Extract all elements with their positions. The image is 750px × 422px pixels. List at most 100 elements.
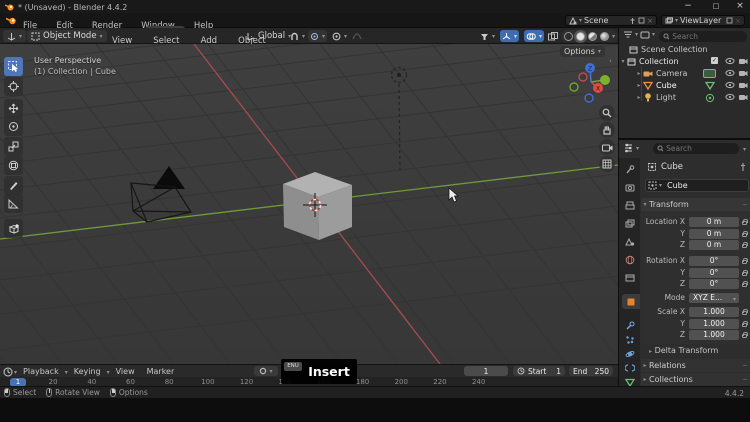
- close-button[interactable]: ×: [730, 0, 750, 13]
- collapse-icon[interactable]: ▾: [619, 58, 627, 65]
- rotation-mode-dropdown[interactable]: XYZ E...▾: [689, 293, 739, 303]
- location-z-field[interactable]: 0 m: [689, 240, 739, 250]
- new-layer-icon[interactable]: [726, 17, 733, 24]
- chevron-down-icon[interactable]: ▾: [652, 31, 655, 38]
- properties-search[interactable]: [653, 143, 739, 154]
- tool-rotate[interactable]: [4, 117, 23, 136]
- rotation-y-field[interactable]: 0°: [689, 268, 739, 278]
- transform-panel-header[interactable]: ▾Transform····: [641, 198, 750, 211]
- xray-toggle-icon[interactable]: [548, 32, 558, 41]
- auto-key-button[interactable]: ▾: [254, 366, 278, 376]
- overlays-toggle[interactable]: ▾: [524, 30, 544, 42]
- orthographic-toggle-button[interactable]: [599, 156, 615, 172]
- pin-icon[interactable]: [629, 17, 636, 25]
- hide-eye-icon[interactable]: [725, 81, 735, 89]
- collection-row[interactable]: ▾ Collection ✓: [619, 55, 750, 67]
- material-shading-icon[interactable]: [588, 32, 597, 41]
- tool-select-box[interactable]: [4, 57, 23, 76]
- lock-icon[interactable]: [742, 323, 747, 327]
- navigation-gizmo[interactable]: Z X: [566, 54, 618, 108]
- tab-constraints[interactable]: [622, 360, 638, 375]
- scene-selector[interactable]: ▾ Scene ×: [565, 15, 657, 26]
- properties-search-input[interactable]: [666, 144, 735, 153]
- breadcrumb-object[interactable]: Cube: [661, 162, 683, 172]
- tool-annotate[interactable]: [4, 176, 23, 195]
- pan-button[interactable]: [599, 122, 615, 138]
- gizmos-toggle[interactable]: ▾: [500, 30, 519, 42]
- end-frame-field[interactable]: End250: [569, 366, 613, 376]
- timeline-editor-icon[interactable]: [3, 367, 14, 377]
- tab-view-layer[interactable]: [622, 216, 638, 231]
- pin-icon[interactable]: [739, 162, 747, 172]
- tab-physics[interactable]: [622, 346, 638, 361]
- zoom-button[interactable]: [599, 105, 615, 121]
- chevron-down-icon[interactable]: ▾: [743, 146, 746, 153]
- delta-transform-section[interactable]: ▸ Delta Transform: [649, 346, 718, 355]
- rendered-shading-icon[interactable]: [600, 32, 609, 41]
- current-frame-field[interactable]: 1: [464, 366, 508, 376]
- disable-render-icon[interactable]: [738, 69, 748, 77]
- scale-y-field[interactable]: 1.000: [689, 319, 739, 329]
- start-frame-field[interactable]: Start1: [513, 366, 565, 376]
- camera-object-row[interactable]: ▸ Camera: [619, 67, 750, 79]
- tool-move[interactable]: [4, 99, 23, 118]
- lock-icon[interactable]: [742, 221, 747, 225]
- chevron-down-icon[interactable]: ▾: [636, 145, 639, 152]
- object-name-value[interactable]: Cube: [667, 181, 688, 190]
- expand-icon[interactable]: ▸: [635, 94, 643, 101]
- hide-eye-icon[interactable]: [725, 93, 735, 101]
- lock-icon[interactable]: [742, 260, 747, 264]
- tool-cursor[interactable]: [4, 77, 23, 96]
- snap-target-button[interactable]: ▾: [308, 30, 327, 42]
- hide-eye-icon[interactable]: [725, 57, 735, 65]
- tab-modifiers[interactable]: [622, 318, 638, 333]
- camera-view-button[interactable]: [599, 139, 615, 155]
- drag-dots-icon[interactable]: ····: [742, 201, 747, 209]
- tool-measure[interactable]: [4, 194, 23, 213]
- lock-icon[interactable]: [742, 244, 747, 248]
- lock-icon[interactable]: [742, 283, 747, 287]
- chevron-down-icon[interactable]: ▾: [612, 33, 615, 40]
- tab-object[interactable]: [622, 294, 640, 309]
- tab-tool[interactable]: [622, 162, 638, 177]
- light-object[interactable]: [392, 68, 407, 171]
- outliner-search[interactable]: [659, 31, 747, 42]
- scale-z-field[interactable]: 1.000: [689, 330, 739, 340]
- object-name-field[interactable]: ▾ Cube: [645, 179, 749, 192]
- hide-eye-icon[interactable]: [725, 69, 735, 77]
- tab-particles[interactable]: [622, 332, 638, 347]
- lock-icon[interactable]: [742, 311, 747, 315]
- location-y-field[interactable]: 0 m: [689, 229, 739, 239]
- collections-section[interactable]: ▸Collections····: [641, 373, 750, 386]
- chevron-down-icon[interactable]: ▾: [659, 182, 662, 189]
- snap-toggle[interactable]: ▾: [288, 30, 307, 42]
- drag-dots-icon[interactable]: ····: [742, 376, 747, 384]
- collection-checkbox[interactable]: ✓: [711, 57, 718, 64]
- light-object-row[interactable]: ▸ Light: [619, 91, 750, 103]
- rotation-x-field[interactable]: 0°: [689, 256, 739, 266]
- disable-render-icon[interactable]: [738, 93, 748, 101]
- light-data-icon[interactable]: [705, 93, 715, 103]
- location-x-field[interactable]: 0 m: [689, 217, 739, 227]
- wireframe-shading-icon[interactable]: [564, 32, 573, 41]
- tab-output[interactable]: [622, 198, 638, 213]
- solid-shading-icon[interactable]: [576, 32, 585, 41]
- mode-selector[interactable]: Object Mode▾: [27, 30, 107, 42]
- unlink-scene-icon[interactable]: ×: [647, 17, 653, 25]
- outliner-filter-icon[interactable]: [623, 30, 633, 39]
- mesh-data-icon[interactable]: [705, 81, 715, 90]
- expand-icon[interactable]: ▸: [635, 82, 643, 89]
- editor-type-button[interactable]: ▾: [3, 30, 26, 42]
- camera-data-icon[interactable]: [703, 69, 716, 78]
- tool-add-cube[interactable]: [4, 219, 23, 238]
- tab-collection[interactable]: [622, 270, 638, 285]
- minimize-button[interactable]: −: [678, 0, 698, 13]
- maximize-button[interactable]: □: [706, 0, 726, 13]
- cube-object[interactable]: [283, 172, 352, 240]
- viewport-3d[interactable]: User Perspective (1) Collection | Cube O…: [0, 44, 618, 364]
- lock-icon[interactable]: [742, 272, 747, 276]
- relations-section[interactable]: ▸Relations····: [641, 359, 750, 372]
- tab-scene[interactable]: [622, 234, 638, 249]
- chevron-down-icon[interactable]: ▾: [635, 31, 638, 38]
- cube-object-row[interactable]: ▸ Cube: [619, 79, 750, 91]
